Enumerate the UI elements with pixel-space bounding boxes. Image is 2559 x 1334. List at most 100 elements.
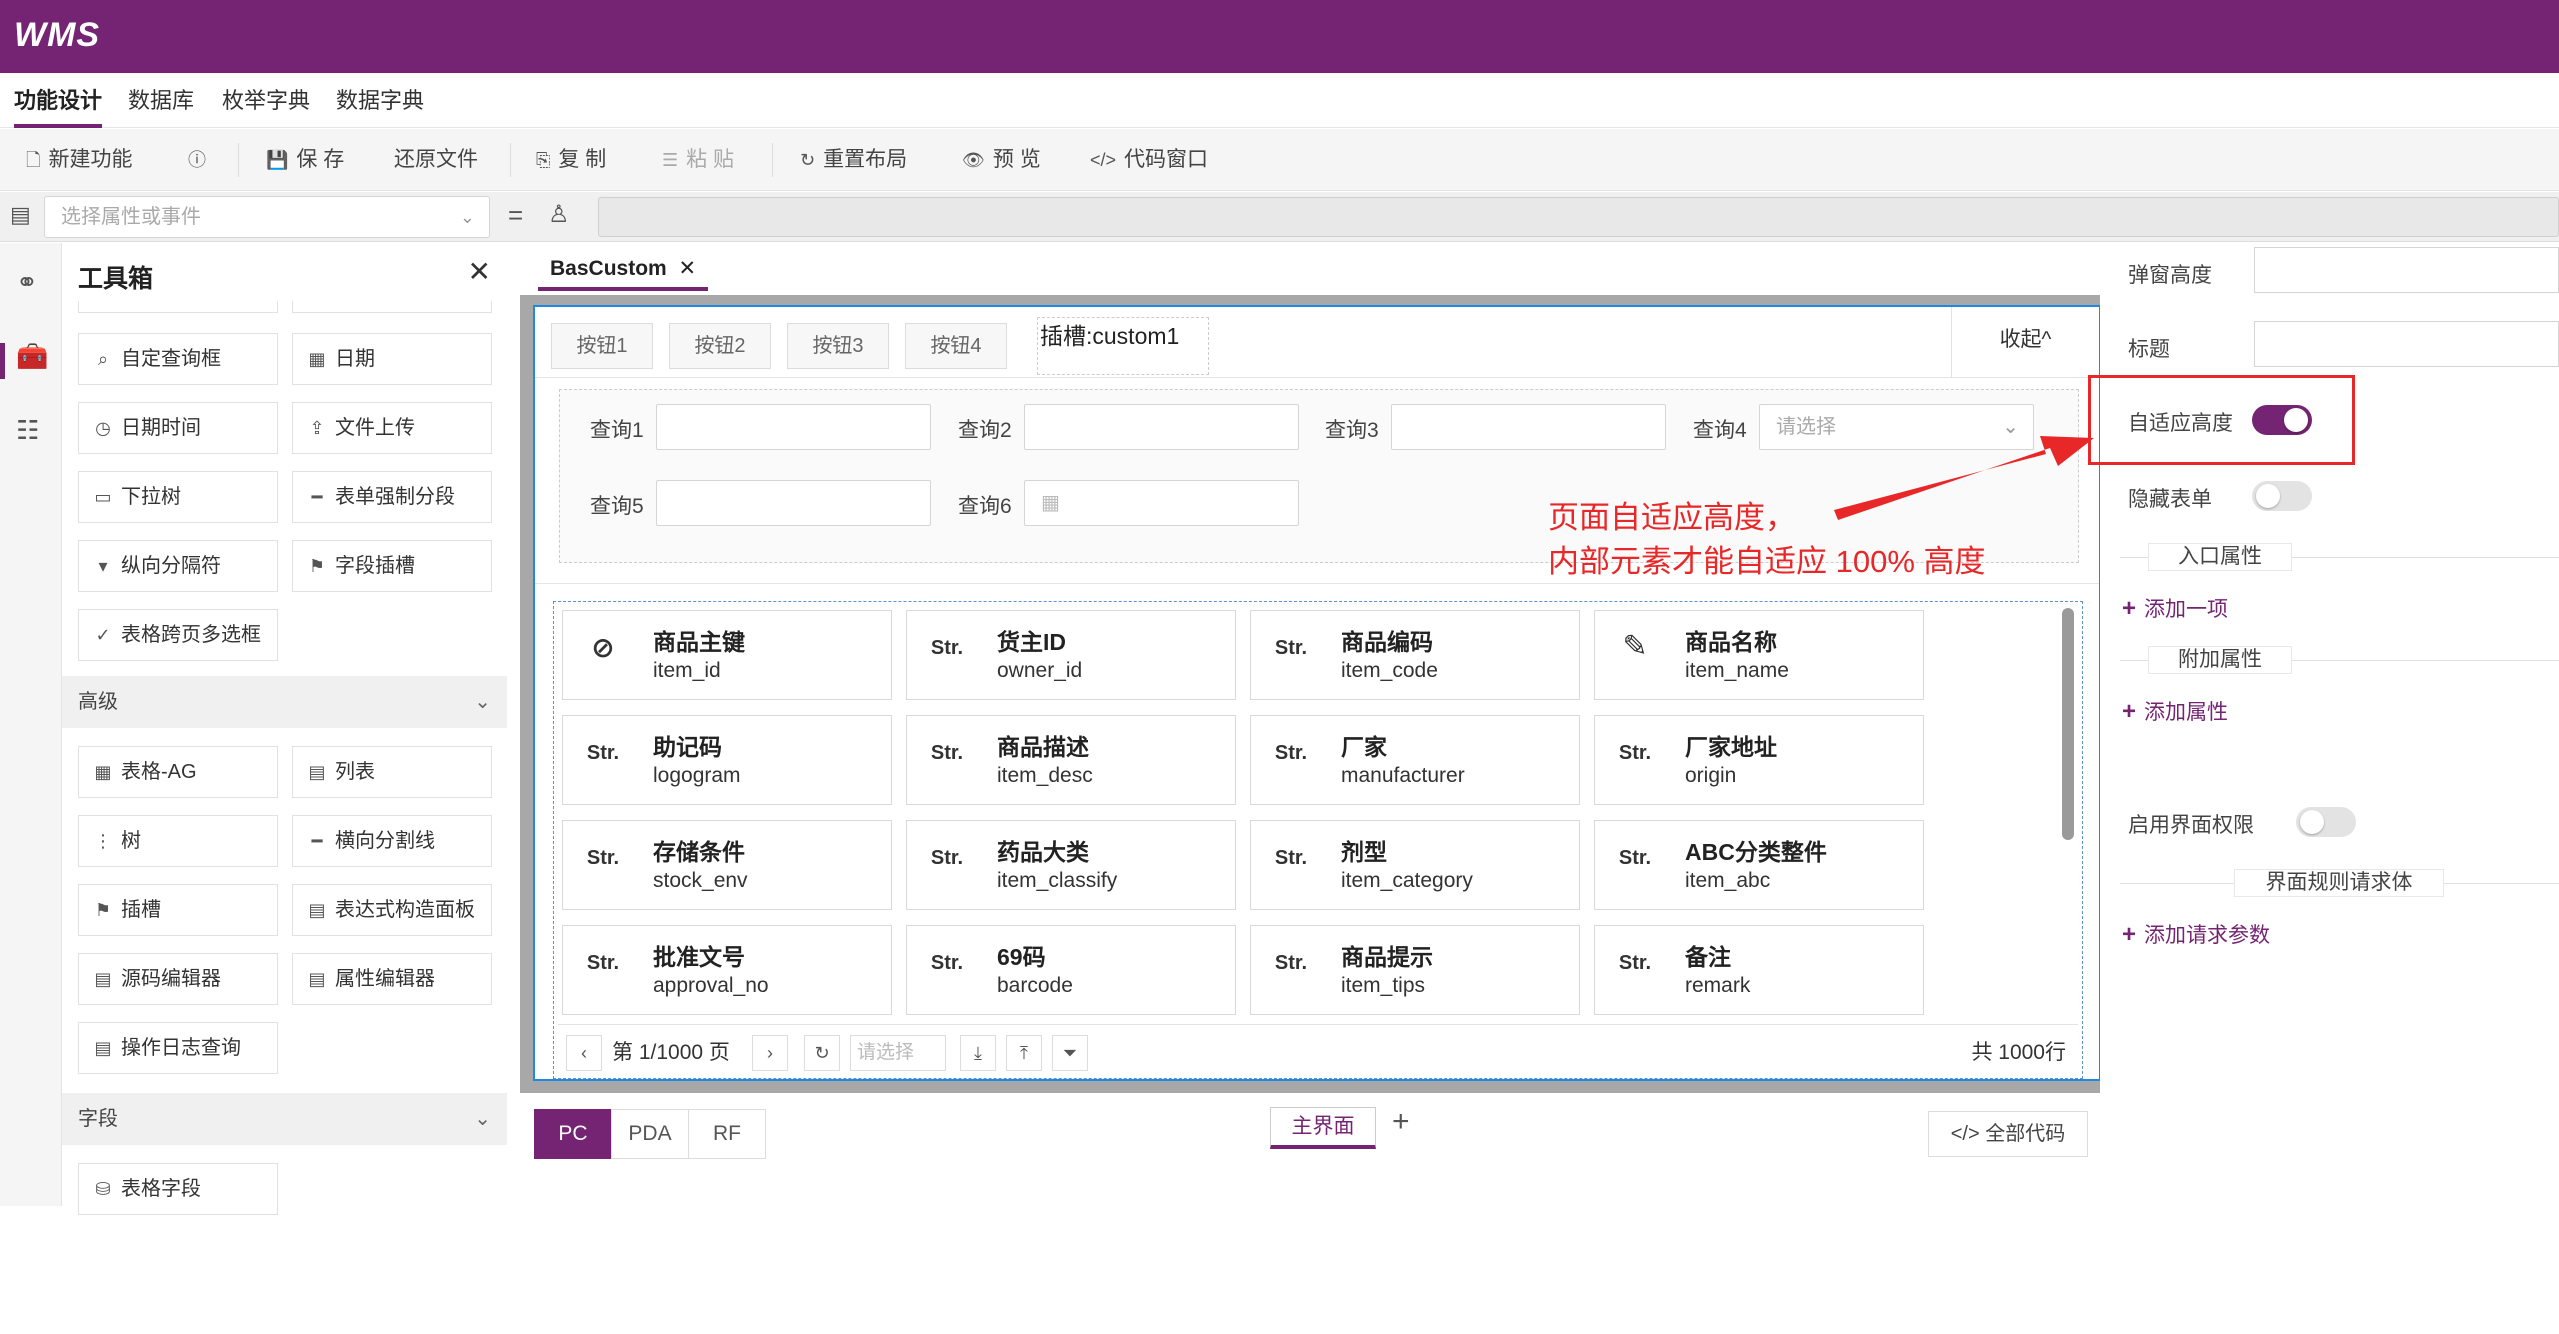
- toolbox-item-vertical-divider[interactable]: ▾ 纵向分隔符: [78, 540, 278, 592]
- add-item-link[interactable]: + 添加一项: [2122, 593, 2228, 623]
- field-card[interactable]: Str. 厂家地址 origin: [1594, 715, 1924, 805]
- copy-button[interactable]: ⎘ 复 制: [536, 129, 606, 191]
- hide-form-toggle[interactable]: [2252, 481, 2312, 511]
- toolbox-item-date[interactable]: ▦ 日期: [292, 333, 492, 385]
- expression-input[interactable]: [598, 197, 2559, 237]
- field-card[interactable]: Str. 存储条件 stock_env: [562, 820, 892, 910]
- equals-icon[interactable]: =: [508, 200, 523, 231]
- popup-height-input[interactable]: [2254, 247, 2559, 293]
- toolbox-item-table-field[interactable]: ⛁ 表格字段: [78, 1163, 278, 1215]
- field-card[interactable]: ⊘ 商品主键 item_id: [562, 610, 892, 700]
- add-tab-icon[interactable]: +: [1392, 1105, 1410, 1139]
- section-advanced[interactable]: 高级 ⌄: [62, 676, 507, 728]
- field-card-title: 货主ID: [997, 629, 1066, 655]
- next-page-icon[interactable]: ›: [752, 1035, 788, 1071]
- prev-page-icon[interactable]: ‹: [566, 1035, 602, 1071]
- field-card[interactable]: Str. 商品提示 item_tips: [1250, 925, 1580, 1015]
- toolbox-item-table-ag[interactable]: ▦ 表格-AG: [78, 746, 278, 798]
- field-card[interactable]: Str. 厂家 manufacturer: [1250, 715, 1580, 805]
- reset-layout-button[interactable]: ↻ 重置布局: [800, 129, 907, 191]
- toolbox-item-custom-query[interactable]: ⌕ 自定查询框: [78, 333, 278, 385]
- total-rows: 共 1000行: [1971, 1041, 2066, 1064]
- field-card[interactable]: Str. 商品编码 item_code: [1250, 610, 1580, 700]
- save-button[interactable]: 💾 保 存: [266, 129, 344, 191]
- field-card[interactable]: Str. 货主ID owner_id: [906, 610, 1236, 700]
- query-select-4[interactable]: 请选择 ⌄: [1759, 404, 2034, 450]
- toolbox-item-slot[interactable]: ⚑ 插槽: [78, 884, 278, 936]
- eye-icon: 👁: [962, 150, 985, 170]
- toolbox-item-datetime[interactable]: ◷ 日期时间: [78, 402, 278, 454]
- toolbox-item-operation-log[interactable]: ▤ 操作日志查询: [78, 1022, 278, 1074]
- all-code-button[interactable]: </> 全部代码: [1928, 1111, 2088, 1157]
- document-icon: ▤: [308, 969, 326, 989]
- query-input-3[interactable]: [1391, 404, 1666, 450]
- code-window-button[interactable]: </> 代码窗口: [1090, 129, 1208, 191]
- tab-pda[interactable]: PDA: [611, 1109, 689, 1159]
- field-card[interactable]: Str. 商品描述 item_desc: [906, 715, 1236, 805]
- section-fields[interactable]: 字段 ⌄: [62, 1093, 507, 1145]
- toolbox-item-dropdown-tree[interactable]: ▭ 下拉树: [78, 471, 278, 523]
- toolbox-item-file-upload[interactable]: ⇪ 文件上传: [292, 402, 492, 454]
- tab-rf[interactable]: RF: [688, 1109, 766, 1159]
- menu-enum-dict[interactable]: 枚举字典: [222, 73, 310, 128]
- field-card[interactable]: Str. ABC分类整件 item_abc: [1594, 820, 1924, 910]
- field-card[interactable]: Str. 批准文号 approval_no: [562, 925, 892, 1015]
- enable-permission-toggle[interactable]: [2296, 807, 2356, 837]
- user-icon[interactable]: ♙: [548, 200, 570, 229]
- restore-file-button[interactable]: 还原文件: [394, 129, 478, 191]
- slot-button-3[interactable]: 按钮3: [787, 323, 889, 369]
- close-icon[interactable]: ✕: [468, 255, 491, 288]
- toolbox-item-cross-page-select[interactable]: ✓ 表格跨页多选框: [78, 609, 278, 661]
- toolbox-item-field-slot[interactable]: ⚑ 字段插槽: [292, 540, 492, 592]
- property-event-select[interactable]: 选择属性或事件 ⌄: [44, 196, 490, 238]
- field-card[interactable]: Str. 剂型 item_category: [1250, 820, 1580, 910]
- toolbox-item-list[interactable]: ▤ 列表: [292, 746, 492, 798]
- slot-button-1[interactable]: 按钮1: [551, 323, 653, 369]
- filter-icon[interactable]: ⏷: [1052, 1035, 1088, 1071]
- toolbox-item-tree[interactable]: ⋮ 树: [78, 815, 278, 867]
- menu-data-dict[interactable]: 数据字典: [336, 73, 424, 128]
- info-button[interactable]: ⓘ: [188, 129, 214, 191]
- query-input-5[interactable]: [656, 480, 931, 526]
- query-input-2[interactable]: [1024, 404, 1299, 450]
- field-card[interactable]: Str. 药品大类 item_classify: [906, 820, 1236, 910]
- collapse-button[interactable]: 收起^: [1951, 307, 2099, 377]
- query-input-1[interactable]: [656, 404, 931, 450]
- toolbox-item-property-editor[interactable]: ▤ 属性编辑器: [292, 953, 492, 1005]
- preview-button[interactable]: 👁 预 览: [962, 129, 1041, 191]
- close-icon[interactable]: ✕: [679, 257, 697, 280]
- field-card-key: item_id: [653, 659, 721, 682]
- field-card[interactable]: ✎ 商品名称 item_name: [1594, 610, 1924, 700]
- field-card-title: 商品名称: [1685, 629, 1777, 655]
- tab-pc[interactable]: PC: [534, 1109, 612, 1159]
- toolbox-item-form-section[interactable]: ━ 表单强制分段: [292, 471, 492, 523]
- menu-function-design[interactable]: 功能设计: [14, 73, 103, 128]
- add-request-param-link[interactable]: + 添加请求参数: [2122, 919, 2270, 949]
- slot-button-2[interactable]: 按钮2: [669, 323, 771, 369]
- field-card[interactable]: Str. 备注 remark: [1594, 925, 1924, 1015]
- paste-button[interactable]: ☰ 粘 贴: [662, 129, 734, 191]
- toolbox-item-source-editor[interactable]: ▤ 源码编辑器: [78, 953, 278, 1005]
- title-input[interactable]: [2254, 321, 2559, 367]
- components-icon[interactable]: ⚭: [16, 267, 38, 298]
- add-property-link[interactable]: + 添加属性: [2122, 696, 2228, 726]
- toolbox-item-horizontal-divider[interactable]: ━ 横向分割线: [292, 815, 492, 867]
- vertical-scrollbar[interactable]: [2062, 608, 2074, 840]
- menu-database[interactable]: 数据库: [128, 73, 194, 128]
- toolbox-item-expression-panel[interactable]: ▤ 表达式构造面板: [292, 884, 492, 936]
- export-icon[interactable]: ⤓: [960, 1035, 996, 1071]
- outline-icon[interactable]: ☷: [16, 415, 39, 446]
- flag-icon: ⚑: [308, 556, 326, 576]
- field-card[interactable]: Str. 69码 barcode: [906, 925, 1236, 1015]
- document-icon[interactable]: ▤: [10, 202, 31, 228]
- query-date-6[interactable]: ▦: [1024, 480, 1299, 526]
- tab-main-view[interactable]: 主界面: [1270, 1107, 1376, 1149]
- refresh-icon[interactable]: ↻: [804, 1035, 840, 1071]
- new-function-button[interactable]: 🗋 新建功能: [26, 129, 132, 191]
- field-card[interactable]: Str. 助记码 logogram: [562, 715, 892, 805]
- upload-icon[interactable]: ⤒: [1006, 1035, 1042, 1071]
- page-size-select[interactable]: 请选择: [850, 1035, 946, 1071]
- slot-button-4[interactable]: 按钮4: [905, 323, 1007, 369]
- toolbox-icon[interactable]: 🧰: [16, 341, 48, 372]
- tab-bascustom[interactable]: BasCustom ✕: [538, 251, 709, 291]
